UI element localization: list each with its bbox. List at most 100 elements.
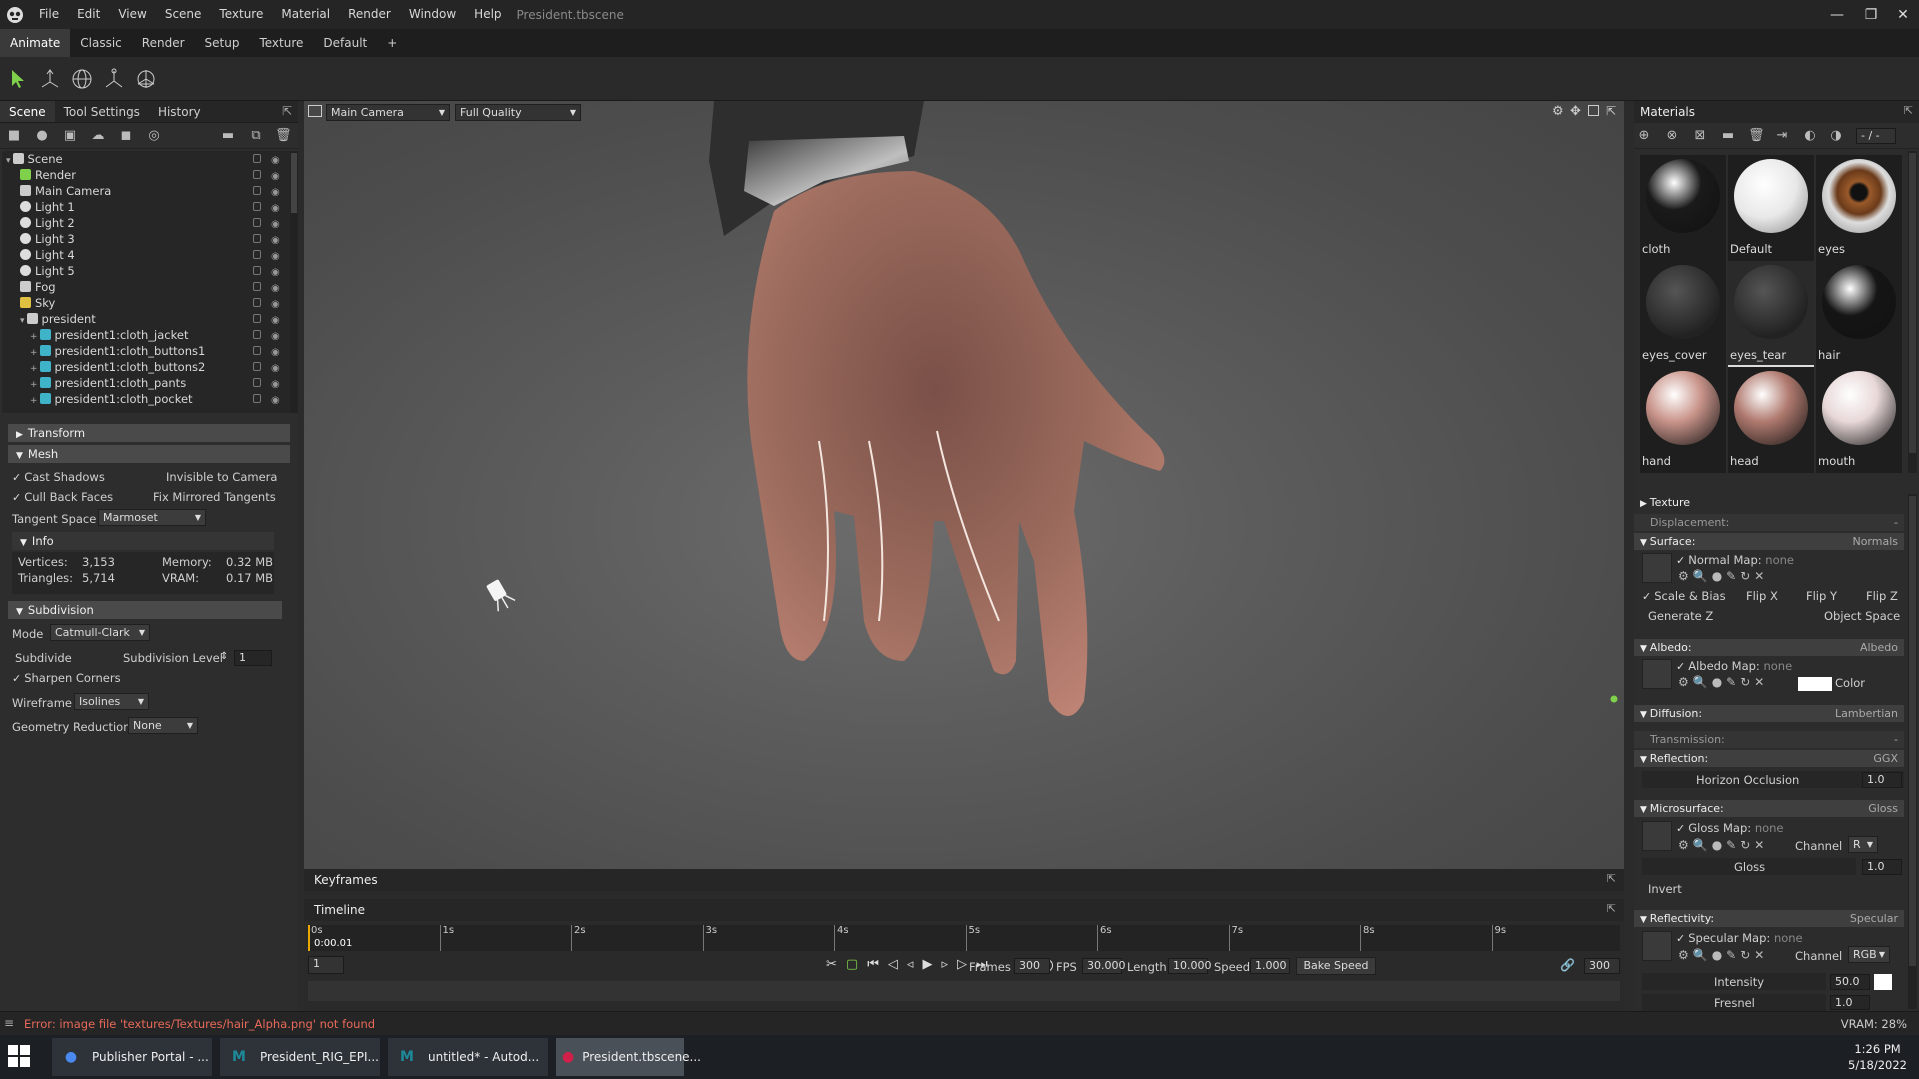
- tree-row-president1-cloth-pants[interactable]: + president1:cloth_pants ◉: [2, 375, 290, 391]
- lock-icon[interactable]: [253, 170, 261, 179]
- add-light-icon[interactable]: ●: [34, 128, 50, 144]
- material-eyes-cover[interactable]: eyes_cover: [1640, 261, 1726, 367]
- lock-icon[interactable]: [253, 202, 261, 211]
- albedo-row[interactable]: ▼ Albedo: Albedo: [1634, 639, 1904, 656]
- reflectivity-row[interactable]: ▼ Reflectivity: Specular: [1634, 910, 1904, 927]
- tree-row-president1-cloth-jacket[interactable]: + president1:cloth_jacket ◉: [2, 327, 290, 343]
- length-input[interactable]: 10.000: [1168, 958, 1212, 974]
- close-button[interactable]: ✕: [1886, 0, 1919, 29]
- speed-input[interactable]: 1.000: [1250, 958, 1290, 974]
- normal-map-checkbox[interactable]: ✓ Normal Map: none: [1676, 553, 1794, 567]
- tree-row-render[interactable]: Render ◉: [2, 167, 290, 183]
- console-icon[interactable]: ≡: [4, 1016, 14, 1030]
- normal-map-swatch[interactable]: [1642, 553, 1672, 583]
- lock-icon[interactable]: [253, 186, 261, 195]
- viewport[interactable]: Main Camera ▼ Full Quality ▼ ⚙ ✥ ⇱: [304, 101, 1624, 869]
- end-frame-input[interactable]: 300: [1584, 958, 1620, 974]
- lock-icon[interactable]: [253, 330, 261, 339]
- frames-input[interactable]: 300: [1014, 958, 1050, 974]
- menu-scene[interactable]: Scene: [156, 0, 211, 29]
- specular-map-checkbox[interactable]: ✓ Specular Map: none: [1676, 931, 1803, 945]
- current-frame-input[interactable]: 1: [308, 956, 344, 974]
- minimize-button[interactable]: —: [1820, 0, 1854, 29]
- tree-row-light-1[interactable]: Light 1 ◉: [2, 199, 290, 215]
- add-camera-icon[interactable]: ▣: [62, 128, 78, 144]
- expand-icon[interactable]: +: [30, 348, 38, 358]
- duplicate-material-icon[interactable]: ⊗: [1664, 128, 1680, 144]
- material-Default[interactable]: Default: [1728, 155, 1814, 261]
- albedo-map-swatch[interactable]: [1642, 659, 1672, 689]
- step-back-icon[interactable]: ◁: [888, 957, 907, 972]
- taskbar-item-0[interactable]: ● Publisher Portal - ...: [52, 1038, 212, 1076]
- timeline-tab[interactable]: Timeline: [314, 903, 365, 917]
- gloss-map-tools-icon[interactable]: ⚙🔍●✎↻✕: [1678, 838, 1768, 852]
- texture-section[interactable]: ▶ Texture: [1634, 494, 1904, 511]
- tab-render[interactable]: Render: [132, 29, 195, 57]
- info-section[interactable]: ▼ Info: [12, 532, 274, 550]
- add-fog-icon[interactable]: ☁: [90, 128, 106, 144]
- geometry-reduction-dropdown[interactable]: None ▼: [128, 717, 198, 734]
- material-hand[interactable]: hand: [1640, 367, 1726, 473]
- lock-icon[interactable]: [253, 266, 261, 275]
- horizon-occlusion-input[interactable]: 1.0: [1862, 772, 1902, 788]
- taskbar-item-3[interactable]: ● President.tbscene...: [556, 1038, 701, 1076]
- gloss-channel-dropdown[interactable]: R ▼: [1848, 836, 1878, 853]
- tab-texture[interactable]: Texture: [249, 29, 313, 57]
- gloss-map-checkbox[interactable]: ✓ Gloss Map: none: [1676, 821, 1784, 835]
- delete-material-icon[interactable]: 🗑: [1748, 128, 1765, 144]
- mesh-section[interactable]: ▼ Mesh: [8, 445, 290, 463]
- material-options-icon[interactable]: ◑: [1828, 128, 1844, 144]
- subdivide-checkbox[interactable]: Subdivide: [12, 651, 72, 665]
- properties-scrollbar[interactable]: [1908, 494, 1917, 1009]
- next-frame-icon[interactable]: ▹: [941, 957, 957, 972]
- material-grid-scrollbar[interactable]: [1908, 151, 1917, 473]
- tree-row-light-4[interactable]: Light 4 ◉: [2, 247, 290, 263]
- cull-back-faces-checkbox[interactable]: ✓ Cull Back Faces: [12, 490, 113, 504]
- tab-history[interactable]: History: [149, 101, 210, 122]
- fix-mirrored-tangents-checkbox[interactable]: Fix Mirrored Tangents: [150, 490, 276, 504]
- folder-icon[interactable]: ▬: [220, 128, 236, 144]
- expand-icon[interactable]: +: [30, 380, 38, 390]
- flip-x-checkbox[interactable]: Flip X: [1746, 589, 1778, 603]
- pick-material-icon[interactable]: ⇥: [1774, 128, 1790, 144]
- cut-icon[interactable]: ✂: [826, 957, 846, 972]
- menu-file[interactable]: File: [30, 0, 68, 29]
- lock-icon[interactable]: [253, 346, 261, 355]
- normal-map-tools-icon[interactable]: ⚙🔍●✎↻✕: [1678, 569, 1768, 583]
- tree-row-light-3[interactable]: Light 3 ◉: [2, 231, 290, 247]
- menu-texture[interactable]: Texture: [210, 0, 272, 29]
- select-tool-icon[interactable]: [4, 65, 32, 93]
- tangent-space-dropdown[interactable]: Marmoset ▼: [98, 509, 206, 526]
- lock-icon[interactable]: [253, 218, 261, 227]
- tree-row-sky[interactable]: Sky ◉: [2, 295, 290, 311]
- transform-tool-icon[interactable]: [132, 65, 160, 93]
- flip-y-checkbox[interactable]: Flip Y: [1806, 589, 1837, 603]
- tree-row-main-camera[interactable]: Main Camera ◉: [2, 183, 290, 199]
- scale-bias-checkbox[interactable]: ✓ Scale & Bias: [1642, 589, 1726, 603]
- lock-icon[interactable]: [253, 394, 261, 403]
- taskbar-item-1[interactable]: M President_RIG_EPI...: [220, 1038, 380, 1076]
- add-material-icon[interactable]: ⊕: [1636, 128, 1652, 144]
- tree-row-scene[interactable]: ▾ Scene ◉: [2, 151, 290, 167]
- tree-row-light-5[interactable]: Light 5 ◉: [2, 263, 290, 279]
- transform-section[interactable]: ▶ Transform: [8, 424, 290, 442]
- material-hair[interactable]: hair: [1816, 261, 1902, 367]
- surface-row[interactable]: ▼ Surface: Normals: [1634, 533, 1904, 550]
- add-shadow-catcher-icon[interactable]: ◼: [118, 128, 134, 144]
- merge-material-icon[interactable]: ⊠: [1692, 128, 1708, 144]
- lock-icon[interactable]: [253, 282, 261, 291]
- expand-icon[interactable]: +: [30, 396, 38, 406]
- menu-material[interactable]: Material: [272, 0, 339, 29]
- tab-setup[interactable]: Setup: [195, 29, 250, 57]
- rotate-tool-icon[interactable]: [68, 65, 96, 93]
- object-space-checkbox[interactable]: Object Space: [1824, 609, 1900, 623]
- tab-default[interactable]: Default: [313, 29, 377, 57]
- tab-animate[interactable]: Animate: [0, 29, 71, 57]
- scale-tool-icon[interactable]: [100, 65, 128, 93]
- folder-material-icon[interactable]: ▬: [1720, 128, 1736, 144]
- invisible-to-camera-checkbox[interactable]: Invisible to Camera: [163, 470, 277, 484]
- timeline-popout-icon[interactable]: ⇱: [1607, 902, 1616, 915]
- subdivision-level-input[interactable]: 1: [234, 650, 272, 666]
- material-eyes-tear[interactable]: eyes_tear: [1728, 261, 1814, 367]
- keyframes-tab[interactable]: Keyframes: [314, 873, 378, 887]
